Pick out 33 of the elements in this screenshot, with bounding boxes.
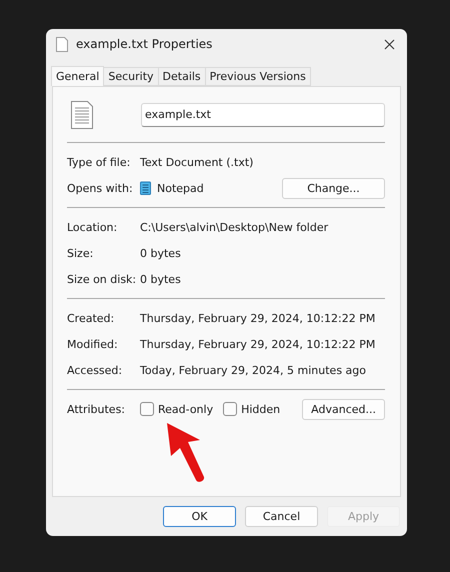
field-label: Created: xyxy=(67,312,116,324)
notepad-icon xyxy=(140,181,151,195)
field-value: Thursday, February 29, 2024, 10:12:22 PM xyxy=(140,312,376,324)
field-label: Size on disk: xyxy=(67,272,138,286)
field-label: Type of file: xyxy=(67,156,132,168)
field-value: C:\Users\alvin\Desktop\New folder xyxy=(140,220,328,234)
field-label: Modified: xyxy=(67,338,119,350)
app-name: Notepad xyxy=(157,182,205,194)
field-label: Accessed: xyxy=(67,364,124,376)
document-icon xyxy=(71,100,93,128)
field-value: Thursday, February 29, 2024, 10:12:22 PM xyxy=(140,338,376,350)
document-icon xyxy=(56,36,68,52)
tab[interactable]: Details xyxy=(158,67,206,86)
field-value: 0 bytes xyxy=(140,246,181,260)
advanced-button[interactable]: Advanced... xyxy=(302,398,385,420)
close-icon[interactable] xyxy=(384,38,395,50)
change-button[interactable]: Change... xyxy=(282,178,385,198)
field-label: Attributes: xyxy=(67,402,126,416)
field-value: Today, February 29, 2024, 5 minutes ago xyxy=(140,364,366,376)
dialog-button[interactable]: Cancel xyxy=(245,506,318,527)
checkbox[interactable]: Read-only xyxy=(140,402,214,416)
file-name-field[interactable]: example.txt xyxy=(141,102,385,126)
field-label: Opens with: xyxy=(67,182,134,194)
dialog-button[interactable]: OK xyxy=(163,506,236,527)
checkbox[interactable]: Hidden xyxy=(223,402,280,416)
field-value: 0 bytes xyxy=(140,272,181,286)
field-value: Text Document (.txt) xyxy=(140,156,254,168)
tab[interactable]: General xyxy=(51,66,104,86)
field-label: Location: xyxy=(67,220,118,234)
field-label: Size: xyxy=(67,246,94,260)
tab[interactable]: Previous Versions xyxy=(204,67,311,86)
tab[interactable]: Security xyxy=(103,67,159,86)
window-title: example.txt Properties xyxy=(76,37,214,51)
